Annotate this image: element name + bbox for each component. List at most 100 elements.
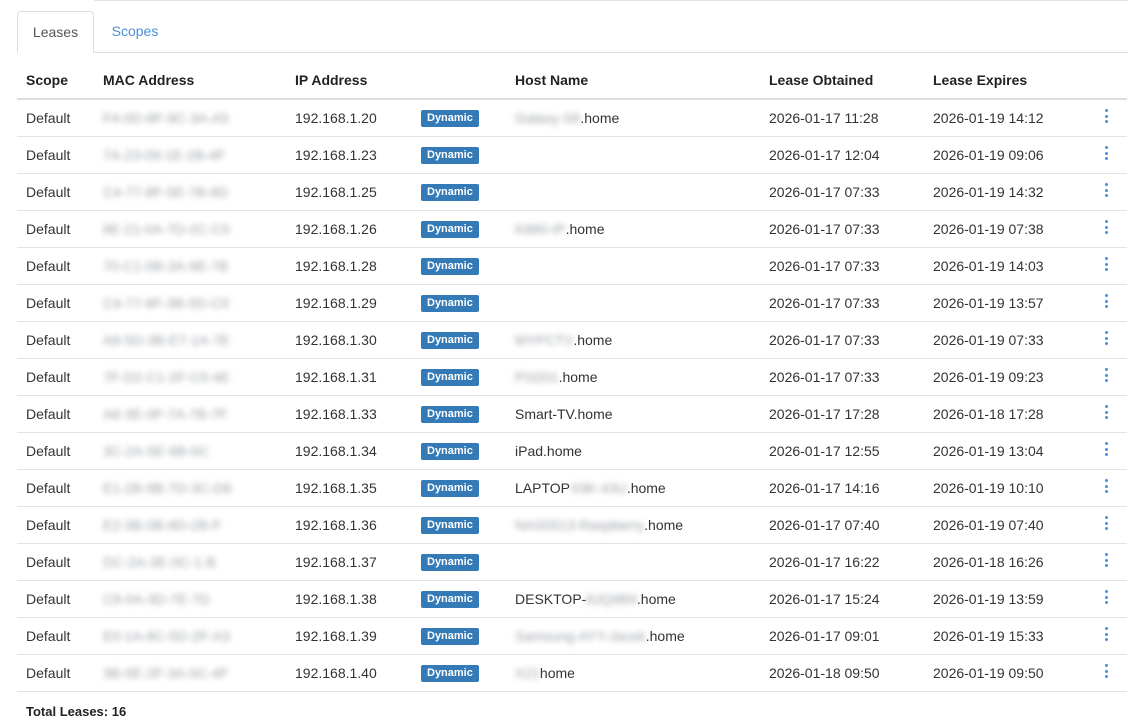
table-row[interactable]: Default C4-77-8F-3B-5D-C0 192.168.1.29 Dyna… <box>17 284 1127 322</box>
cell-scope: Default <box>17 469 94 507</box>
kebab-vertical-icon[interactable] <box>1100 662 1112 680</box>
table-row[interactable]: Default 3B-0E-2F-3A-0C-4F 192.168.1.40 Dyna… <box>17 654 1127 692</box>
total-leases-count: Total Leases: 16 <box>26 704 127 719</box>
kebab-vertical-icon[interactable] <box>1100 329 1112 347</box>
lease-type-badge: Dynamic <box>421 517 479 534</box>
cell-type: Dynamic <box>412 247 506 285</box>
table-row[interactable]: Default C4-77-8F-5E-7B-8D 192.168.1.25 Dyna… <box>17 173 1127 211</box>
table-row[interactable]: Default DC-2A-3E-0C-1-B 192.168.1.37 Dynami… <box>17 543 1127 581</box>
lease-type-badge: Dynamic <box>421 665 479 682</box>
host-name-suffix: .home <box>645 627 685 644</box>
lease-type-badge: Dynamic <box>421 110 479 128</box>
mac-address-redacted: E2-3B-0B-8D-2B-F <box>103 516 222 533</box>
column-header-ip[interactable]: IP Address <box>286 62 412 100</box>
cell-mac: 8E-21-0A-7D-2C-C0 <box>94 210 286 248</box>
tab-scopes[interactable]: Scopes <box>94 11 176 52</box>
kebab-vertical-icon[interactable] <box>1100 144 1112 162</box>
host-name-redacted: K880-IP <box>515 220 566 237</box>
kebab-vertical-icon[interactable] <box>1100 477 1112 495</box>
cell-lease-obtained: 2026-01-18 09:50 <box>760 654 924 692</box>
kebab-vertical-icon[interactable] <box>1100 514 1112 532</box>
cell-lease-expires: 2026-01-19 14:32 <box>924 173 1084 211</box>
cell-lease-expires: 2026-01-19 09:06 <box>924 136 1084 174</box>
kebab-vertical-icon[interactable] <box>1100 218 1112 236</box>
column-header-obtained[interactable]: Lease Obtained <box>760 62 924 100</box>
kebab-vertical-icon[interactable] <box>1100 625 1112 643</box>
mac-address-redacted: A6-3E-0F-7A-7B-7F <box>103 405 228 422</box>
column-header-expires[interactable]: Lease Expires <box>924 62 1084 100</box>
cell-actions <box>1084 99 1127 137</box>
kebab-vertical-icon[interactable] <box>1100 588 1112 606</box>
cell-scope: Default <box>17 173 94 211</box>
column-header-host[interactable]: Host Name <box>506 62 760 100</box>
mac-address-redacted: C4-77-8F-5E-7B-8D <box>103 183 229 200</box>
kebab-vertical-icon[interactable] <box>1100 107 1112 125</box>
kebab-vertical-icon[interactable] <box>1100 181 1112 199</box>
cell-mac: 3C-2A-5E-9B-0C <box>94 432 286 470</box>
table-row[interactable]: Default A6-3E-0F-7A-7B-7F 192.168.1.33 Dyna… <box>17 395 1127 433</box>
cell-type: Dynamic <box>412 210 506 248</box>
cell-actions <box>1084 321 1127 359</box>
cell-lease-obtained: 2026-01-17 07:40 <box>760 506 924 544</box>
cell-ip: 192.168.1.33 <box>286 395 412 433</box>
kebab-vertical-icon[interactable] <box>1100 551 1112 569</box>
column-header-type <box>412 62 506 100</box>
cell-host: NAS0513-Raspberry.home <box>506 506 760 544</box>
cell-type: Dynamic <box>412 654 506 692</box>
cell-lease-expires: 2026-01-19 10:10 <box>924 469 1084 507</box>
cell-actions <box>1084 617 1127 655</box>
cell-mac: DC-2A-3E-0C-1-B <box>94 543 286 581</box>
column-header-mac[interactable]: MAC Address <box>94 62 286 100</box>
tab-leases[interactable]: Leases <box>17 11 94 53</box>
table-row[interactable]: Default E2-3B-0B-8D-2B-F 192.168.1.36 Dynam… <box>17 506 1127 544</box>
cell-mac: 70-C1-0B-3A-9E-7B <box>94 247 286 285</box>
cell-scope: Default <box>17 99 94 137</box>
table-row[interactable]: Default 70-C1-0B-3A-9E-7B 192.168.1.28 Dyna… <box>17 247 1127 285</box>
kebab-vertical-icon[interactable] <box>1100 255 1112 273</box>
lease-type-badge: Dynamic <box>421 591 479 608</box>
host-name-suffix: .home <box>580 109 620 126</box>
cell-lease-expires: 2026-01-19 14:03 <box>924 247 1084 285</box>
table-row[interactable]: Default 7A-23-09-1E-2B-4F 192.168.1.23 Dyna… <box>17 136 1127 174</box>
table-row[interactable]: Default E0-1A-8C-5D-2F-A3 192.168.1.39 Dyna… <box>17 617 1127 655</box>
mac-address-redacted: A8-5D-3B-E7-1A-7E <box>103 331 230 348</box>
lease-type-badge: Dynamic <box>421 480 479 497</box>
cell-lease-obtained: 2026-01-17 15:24 <box>760 580 924 618</box>
cell-host: Pi3201.home <box>506 358 760 396</box>
cell-host: LAPTOPX9K-43U.home <box>506 469 760 507</box>
cell-lease-expires: 2026-01-19 14:12 <box>924 99 1084 137</box>
cell-lease-obtained: 2026-01-17 17:28 <box>760 395 924 433</box>
cell-lease-expires: 2026-01-19 15:33 <box>924 617 1084 655</box>
table-row[interactable]: Default E1-2B-9B-7D-3C-D8 192.168.1.35 Dyna… <box>17 469 1127 507</box>
kebab-vertical-icon[interactable] <box>1100 292 1112 310</box>
mac-address-redacted: F4-0D-8F-9C-3A-A5 <box>103 109 230 126</box>
kebab-vertical-icon[interactable] <box>1100 440 1112 458</box>
cell-type: Dynamic <box>412 321 506 359</box>
cell-scope: Default <box>17 284 94 322</box>
cell-scope: Default <box>17 580 94 618</box>
column-header-scope[interactable]: Scope <box>17 62 94 100</box>
cell-scope: Default <box>17 247 94 285</box>
cell-lease-expires: 2026-01-19 09:50 <box>924 654 1084 692</box>
table-row[interactable]: Default 3C-2A-5E-9B-0C 192.168.1.34 Dynamic… <box>17 432 1127 470</box>
mac-address-redacted: 7F-D2-C1-2F-C0-4E <box>103 368 230 385</box>
cell-lease-obtained: 2026-01-17 07:33 <box>760 358 924 396</box>
cell-lease-expires: 2026-01-18 17:28 <box>924 395 1084 433</box>
lease-type-badge: Dynamic <box>421 221 479 238</box>
table-row[interactable]: Default C8-0A-3D-7E-7D 192.168.1.38 Dynamic… <box>17 580 1127 618</box>
cell-lease-expires: 2026-01-19 13:04 <box>924 432 1084 470</box>
kebab-vertical-icon[interactable] <box>1100 366 1112 384</box>
host-name-redacted: Pi3201 <box>515 368 559 385</box>
table-row[interactable]: Default 8E-21-0A-7D-2C-C0 192.168.1.26 Dyna… <box>17 210 1127 248</box>
cell-type: Dynamic <box>412 173 506 211</box>
cell-ip: 192.168.1.25 <box>286 173 412 211</box>
table-row[interactable]: Default A8-5D-3B-E7-1A-7E 192.168.1.30 Dyna… <box>17 321 1127 359</box>
host-name-suffix: .home <box>573 331 613 348</box>
cell-mac: A8-5D-3B-E7-1A-7E <box>94 321 286 359</box>
cell-actions <box>1084 580 1127 618</box>
cell-mac: C4-77-8F-3B-5D-C0 <box>94 284 286 322</box>
kebab-vertical-icon[interactable] <box>1100 403 1112 421</box>
cell-scope: Default <box>17 617 94 655</box>
table-row[interactable]: Default 7F-D2-C1-2F-C0-4E 192.168.1.31 Dyna… <box>17 358 1127 396</box>
table-row[interactable]: Default F4-0D-8F-9C-3A-A5 192.168.1.20 Dyna… <box>17 99 1127 137</box>
